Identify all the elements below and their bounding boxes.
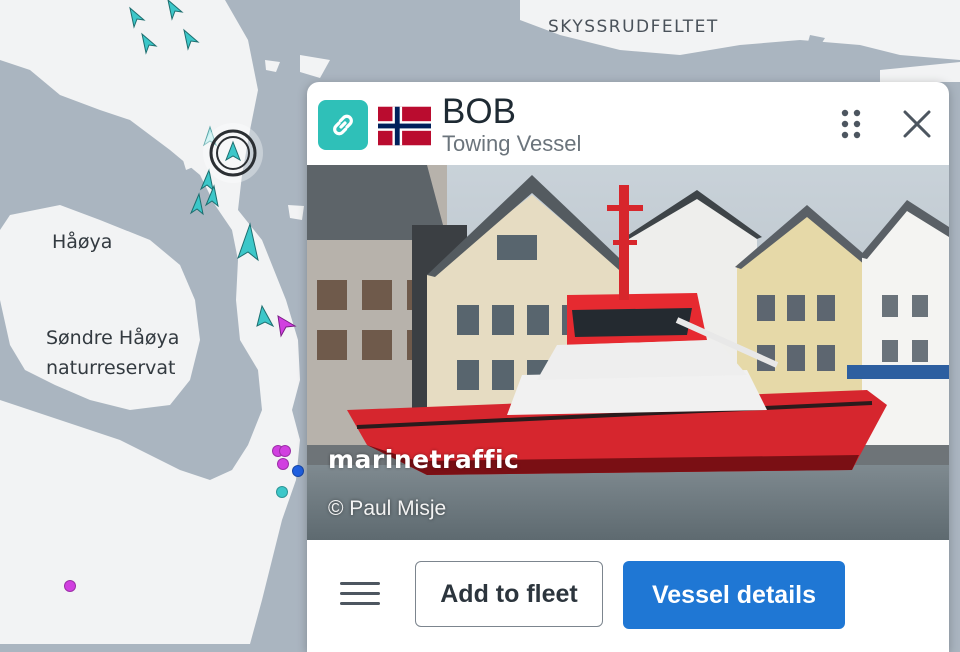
vessel-info-panel: BOB Towing Vessel marinetraffic © Paul M… (307, 82, 949, 652)
map-label-haoya: Håøya (52, 231, 113, 253)
map-label-reserve-line2: naturreservat (46, 357, 176, 379)
vessel-dot[interactable] (292, 465, 304, 477)
vessel-marker[interactable] (275, 314, 297, 338)
vessel-marker[interactable] (138, 32, 160, 56)
vessel-marker[interactable] (254, 304, 276, 330)
vessel-marker[interactable] (201, 184, 223, 210)
vessel-dot[interactable] (279, 445, 291, 457)
vessel-dot[interactable] (277, 458, 289, 470)
map-label-reserve-line1: Søndre Håøya (46, 327, 180, 349)
vessel-marker[interactable] (126, 6, 148, 30)
close-icon[interactable] (897, 104, 937, 144)
vessel-marker[interactable] (180, 28, 202, 52)
vessel-dot[interactable] (276, 486, 288, 498)
hamburger-menu-icon[interactable] (340, 580, 382, 610)
link-icon (333, 114, 353, 136)
norway-flag-icon (378, 106, 431, 146)
add-to-fleet-button[interactable]: Add to fleet (415, 561, 603, 627)
photo-credit: © Paul Misje (328, 497, 447, 520)
vessel-dot[interactable] (64, 580, 76, 592)
vessel-photo-image (307, 165, 949, 540)
selected-vessel-marker[interactable] (202, 122, 264, 184)
vessel-photo[interactable]: marinetraffic © Paul Misje (307, 165, 949, 540)
vessel-type: Towing Vessel (442, 131, 582, 156)
vessel-marker[interactable] (234, 222, 262, 264)
link-button[interactable] (318, 100, 368, 150)
vessel-details-button[interactable]: Vessel details (623, 561, 845, 629)
vessel-name: BOB (442, 92, 516, 131)
panel-footer: Add to fleet Vessel details (307, 540, 949, 652)
drag-grid-icon[interactable] (837, 104, 867, 144)
photo-watermark: marinetraffic (328, 445, 520, 474)
map-label-skyssrudfeltet: SKYSSRUDFELTET (548, 17, 719, 37)
panel-header: BOB Towing Vessel (307, 82, 949, 165)
vessel-marker[interactable] (164, 0, 186, 22)
